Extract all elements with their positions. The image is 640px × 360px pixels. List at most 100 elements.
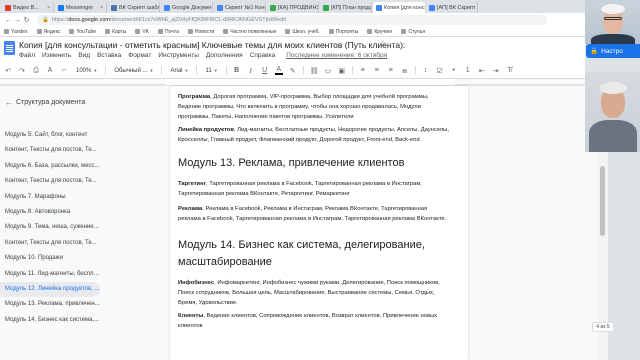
star-icon[interactable]: ☆ xyxy=(380,40,386,48)
url-input[interactable]: 🔒 https:// docs.google.com /document/d/1… xyxy=(37,15,547,25)
bookmark-item[interactable]: Портреты xyxy=(328,29,358,35)
increase-indent-icon[interactable]: ⇥ xyxy=(492,67,500,75)
browser-tab[interactable]: Копия [для консул× xyxy=(373,2,425,13)
bookmark-item[interactable]: Школ. учеб. xyxy=(285,29,320,35)
browser-tab[interactable]: [КП] План продаж× xyxy=(320,2,372,13)
browser-tab[interactable]: [КА] ПРОДВИНУТ× xyxy=(267,2,319,13)
bookmark-label: Частно появленные xyxy=(230,28,277,35)
bookmark-item[interactable]: Частно появленные xyxy=(223,29,276,35)
bookmark-item[interactable]: Yandex xyxy=(4,29,28,35)
outline-item[interactable]: Контент, Тексты для постов, Те... xyxy=(0,143,100,158)
browser-tab[interactable]: Messenger × xyxy=(55,2,107,13)
bookmark-item[interactable]: Яндекс xyxy=(36,29,60,35)
clear-formatting-icon[interactable]: T̸ xyxy=(506,67,514,74)
forward-arrow-icon[interactable]: → xyxy=(13,17,22,24)
bookmark-item[interactable]: Кручинг xyxy=(367,29,392,35)
outline-item[interactable]: Модуль 7. Марафоны xyxy=(0,190,100,205)
undo-icon[interactable]: ↶ xyxy=(4,67,12,75)
font-select[interactable]: Arial ▼ xyxy=(168,68,190,74)
bookmark-favicon-icon xyxy=(69,29,75,34)
italic-icon[interactable]: I xyxy=(247,67,255,75)
browser-tab[interactable]: Видео В... × xyxy=(2,2,54,13)
style-select[interactable]: Обычный ... ▼ xyxy=(112,68,155,74)
menu-item[interactable]: Файл xyxy=(19,52,35,59)
align-justify-icon[interactable]: ≣ xyxy=(401,67,409,75)
document-page[interactable]: Программа, Дорогая программа, VIP-програ… xyxy=(170,86,468,360)
tab-label: [КА] ПРОДВИНУТ xyxy=(278,4,319,11)
redo-icon[interactable]: ↷ xyxy=(18,67,26,75)
numbered-list-icon[interactable]: 1 xyxy=(464,67,472,74)
spellcheck-icon[interactable]: A xyxy=(46,67,54,74)
ruler-page-area xyxy=(165,79,455,85)
settings-share-button[interactable]: 🔒 Настро xyxy=(586,44,640,58)
bookmark-item[interactable]: YouTube xyxy=(69,29,96,35)
outline-item[interactable]: Модуль 9. Тема, ниша, сужение ... xyxy=(0,220,100,235)
document-title[interactable]: Копия [для консультации - отметить красн… xyxy=(19,40,405,50)
tab-label: Видео В... xyxy=(13,4,39,11)
menu-item[interactable]: Формат xyxy=(128,52,151,59)
ruler[interactable] xyxy=(0,79,585,85)
image-icon[interactable]: ▣ xyxy=(338,67,346,75)
bookmark-item[interactable]: Новости xyxy=(187,29,214,35)
bookmarks-bar: Yandex Яндекс YouTube Карты VK Почта Новости Ча… xyxy=(0,27,585,37)
menu-item[interactable]: Вставка xyxy=(97,52,121,59)
menu-item[interactable]: Инструменты xyxy=(158,52,199,59)
outline-item[interactable]: Модуль 6. База, рассылки, месс... xyxy=(0,159,100,174)
reload-icon[interactable]: ↻ xyxy=(22,16,31,24)
menu-item[interactable]: Справка xyxy=(250,52,276,59)
tab-favicon-icon xyxy=(111,4,117,11)
decrease-indent-icon[interactable]: ⇤ xyxy=(478,67,486,75)
link-icon[interactable]: ⛓ xyxy=(310,67,319,75)
tab-favicon-icon xyxy=(164,4,170,11)
align-right-icon[interactable]: ≡ xyxy=(387,67,395,74)
text-color-icon[interactable]: A xyxy=(274,66,283,75)
print-icon[interactable]: ⎙ xyxy=(32,67,40,75)
chevron-down-icon: ▼ xyxy=(213,68,218,73)
comment-icon[interactable]: ▭ xyxy=(324,67,332,75)
outline-item[interactable]: Модуль 14. Бизнес как система,... xyxy=(0,313,100,328)
back-arrow-icon[interactable]: ← xyxy=(4,17,13,24)
menu-item[interactable]: Дополнения xyxy=(206,52,243,59)
browser-tab[interactable]: Google Документы× xyxy=(161,2,213,13)
close-icon[interactable]: × xyxy=(100,5,103,11)
browser-tab[interactable]: ВК Скрипт шабл× xyxy=(108,2,160,13)
bookmark-favicon-icon xyxy=(285,29,291,34)
outline-item[interactable]: Модуль 10. Продажи xyxy=(0,251,100,266)
bookmark-item[interactable]: Почта xyxy=(158,29,179,35)
toolbar-divider xyxy=(161,66,163,75)
paragraph-infobusiness: Инфобизнес, Инфомаркетинг, Инфобизнес чу… xyxy=(178,278,450,308)
bold-icon[interactable]: B xyxy=(233,67,241,74)
outline-item[interactable]: Модуль 13. Реклама, привлечен... xyxy=(0,297,100,312)
bookmark-item[interactable]: VK xyxy=(135,29,149,35)
line-spacing-icon[interactable]: ↕ xyxy=(422,67,430,74)
scrollbar-thumb[interactable] xyxy=(600,166,605,236)
close-icon[interactable]: × xyxy=(47,5,50,11)
font-size-select[interactable]: 11 ▼ xyxy=(203,68,219,74)
checklist-icon[interactable]: ☑ xyxy=(436,67,444,75)
bookmark-item[interactable]: Стулья xyxy=(401,29,425,35)
menu-item[interactable]: Изменить xyxy=(42,52,71,59)
bulleted-list-icon[interactable]: • xyxy=(450,67,458,74)
outline-item[interactable]: Модуль 8. Автоворонка xyxy=(0,205,100,220)
last-edit-link[interactable]: Последнее изменение: 6 октября xyxy=(286,52,387,59)
chevron-down-icon: ▼ xyxy=(93,68,98,73)
outline-item[interactable]: Модуль 5. Сайт, блог, контент xyxy=(0,128,100,143)
menu-item[interactable]: Вид xyxy=(78,52,90,59)
outline-item[interactable]: Контент, Тексты для постов, Те... xyxy=(0,236,100,251)
outline-item[interactable]: Контент, Тексты для постов, Те... xyxy=(0,174,100,189)
browser-tab[interactable]: Скрипт №1 Конс× xyxy=(214,2,266,13)
paragraph-product-line: Линейка продуктов, Лид-магниты, Бесплатн… xyxy=(178,125,450,145)
docs-logo-icon[interactable] xyxy=(4,41,15,55)
outline-item[interactable]: Модуль 11. Лид-магниты, бесплатн... xyxy=(0,267,100,282)
back-arrow-icon[interactable]: ← xyxy=(5,98,13,107)
zoom-select[interactable]: 100% ▼ xyxy=(74,68,99,74)
bookmark-item[interactable]: Карты xyxy=(105,29,126,35)
underline-icon[interactable]: U xyxy=(261,67,269,74)
outline-item[interactable]: Модуль 12. Линейка продуктов, ... xyxy=(0,281,100,298)
browser-tab[interactable]: [АП] ВК Скрипт ша× xyxy=(426,2,478,13)
tab-favicon-icon xyxy=(323,4,329,11)
highlight-icon[interactable]: ✎ xyxy=(289,67,297,75)
align-center-icon[interactable]: ≡ xyxy=(373,67,381,74)
align-left-icon[interactable]: ≡ xyxy=(359,67,367,74)
paint-format-icon[interactable]: ⌐ xyxy=(60,67,68,74)
